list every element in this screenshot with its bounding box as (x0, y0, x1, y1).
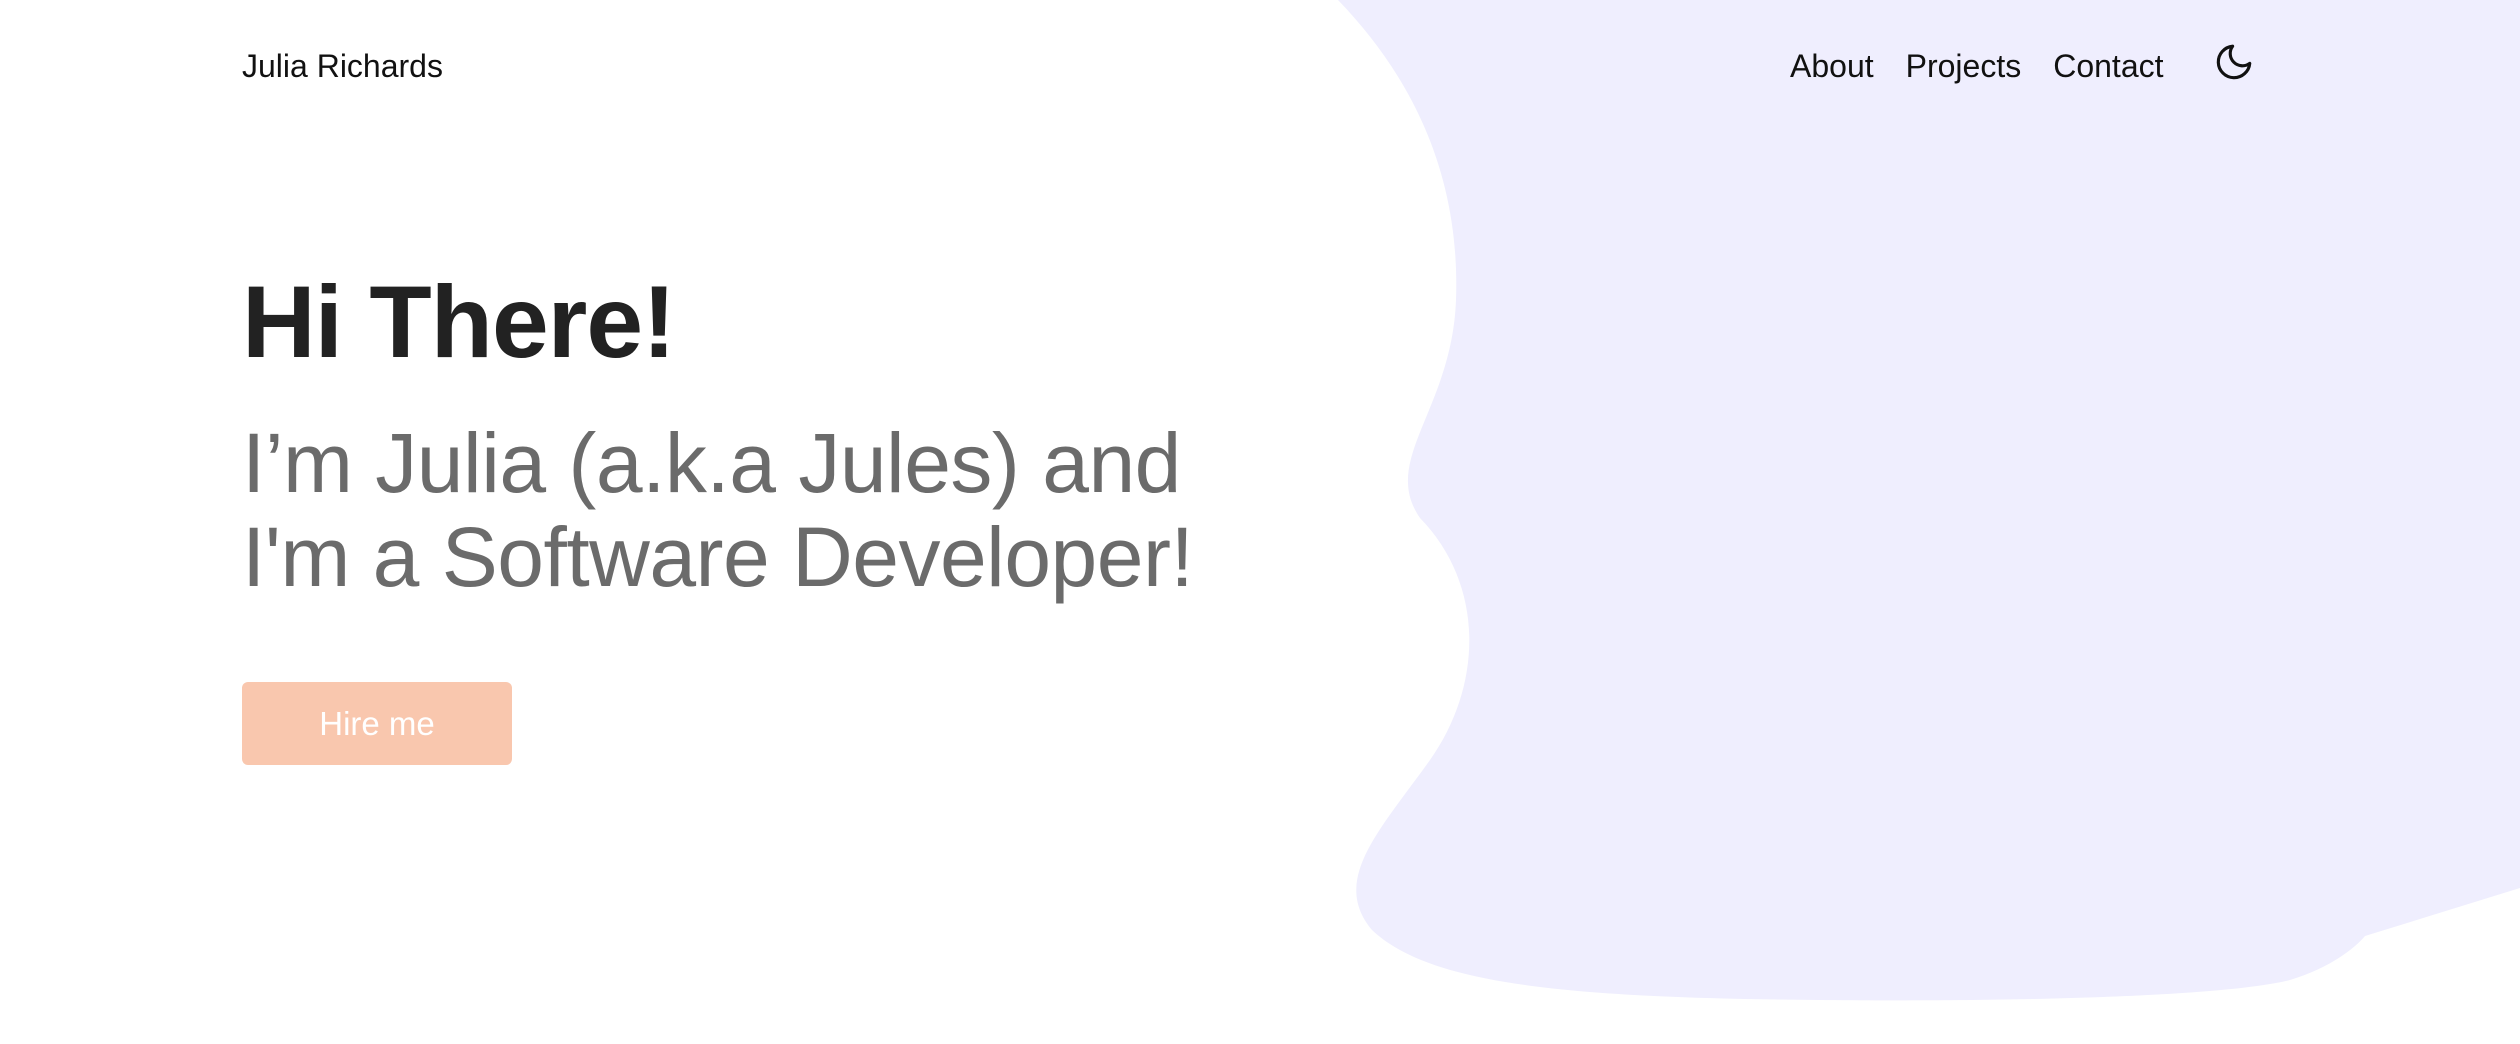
hero-subtitle-line-1: I’m Julia (a.k.a Jules) and (242, 416, 1181, 510)
nav-link-projects[interactable]: Projects (1906, 46, 2022, 86)
nav-link-contact[interactable]: Contact (2053, 46, 2163, 86)
hero-subtitle-line-2: I'm a Software Developer! (242, 510, 1194, 604)
hero-section: Hi There! I’m Julia (a.k.a Jules) and I'… (242, 262, 1342, 765)
top-navigation-bar: Julia Richards About Projects Contact (0, 0, 2520, 134)
main-nav: About Projects Contact (1790, 46, 2164, 86)
theme-toggle-button[interactable] (2210, 38, 2258, 86)
nav-link-about[interactable]: About (1790, 46, 1874, 86)
brand-logo-link[interactable]: Julia Richards (242, 46, 443, 86)
moon-icon (2216, 44, 2252, 80)
hero-subtitle: I’m Julia (a.k.a Jules) and I'm a Softwa… (242, 416, 1342, 604)
hire-me-button[interactable]: Hire me (242, 682, 512, 765)
hero-title: Hi There! (242, 265, 676, 379)
